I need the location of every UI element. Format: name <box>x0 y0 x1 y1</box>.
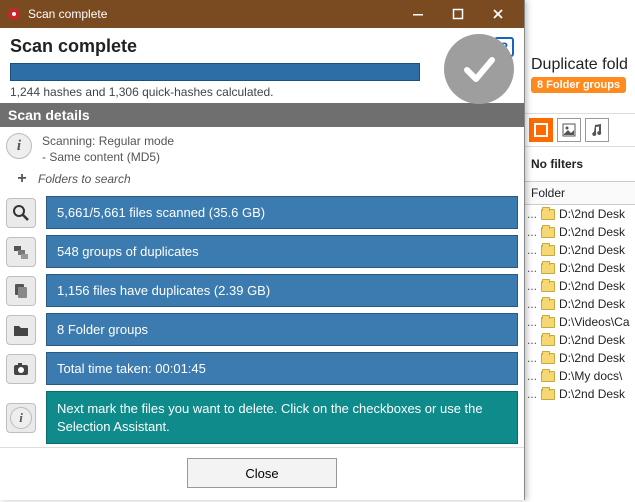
folder-icon-small <box>541 353 555 364</box>
ellipsis: ... <box>527 279 537 293</box>
folder-icon-small <box>541 281 555 292</box>
ellipsis: ... <box>527 369 537 383</box>
dialog-heading: Scan complete <box>10 36 494 57</box>
next-step-hint: i Next mark the files you want to delete… <box>0 388 524 447</box>
scan-complete-dialog: Scan complete Scan complete ? 1,244 hash… <box>0 0 525 500</box>
bg-folder-path: D:\2nd Desk <box>559 351 625 365</box>
folders-to-search-label: Folders to search <box>38 172 131 186</box>
stat-folder-groups: 8 Folder groups <box>0 310 524 349</box>
folder-icon-small <box>541 245 555 256</box>
bg-view-toolbar <box>525 113 635 147</box>
ellipsis: ... <box>527 333 537 347</box>
folder-icon-small <box>541 371 555 382</box>
bg-folder-path: D:\Videos\Ca <box>559 315 629 329</box>
stat-time-taken-text: Total time taken: 00:01:45 <box>46 352 518 385</box>
bg-folder-row[interactable]: ... D:\2nd Desk <box>525 331 635 349</box>
progress-bar <box>10 63 420 81</box>
next-step-hint-text: Next mark the files you want to delete. … <box>46 391 518 444</box>
folder-icon-small <box>541 389 555 400</box>
ellipsis: ... <box>527 261 537 275</box>
bg-folder-row[interactable]: ... D:\2nd Desk <box>525 241 635 259</box>
scan-mode-text: Scanning: Regular mode - Same content (M… <box>42 133 174 165</box>
folders-to-search-row[interactable]: + Folders to search <box>0 169 524 193</box>
bg-view-music-button[interactable] <box>585 118 609 142</box>
bg-no-filters-label: No filters <box>525 147 635 181</box>
bg-folder-groups-badge: 8 Folder groups <box>531 77 626 93</box>
bg-folder-row[interactable]: ... D:\2nd Desk <box>525 385 635 403</box>
stat-time-taken: Total time taken: 00:01:45 <box>0 349 524 388</box>
stat-duplicate-groups: 548 groups of duplicates <box>0 232 524 271</box>
bg-folder-list: ... D:\2nd Desk... D:\2nd Desk... D:\2nd De… <box>525 205 635 403</box>
bg-folder-row[interactable]: ... D:\2nd Desk <box>525 295 635 313</box>
files-icon <box>6 276 36 306</box>
info-icon: i <box>6 133 32 159</box>
window-title: Scan complete <box>28 7 398 21</box>
bg-view-all-button[interactable] <box>529 118 553 142</box>
stat-duplicate-groups-text: 548 groups of duplicates <box>46 235 518 268</box>
bg-folder-path: D:\2nd Desk <box>559 297 625 311</box>
bg-folder-path: D:\2nd Desk <box>559 387 625 401</box>
bg-folder-path: D:\My docs\ <box>559 369 622 383</box>
close-button[interactable]: Close <box>187 458 337 488</box>
app-icon <box>6 6 22 22</box>
bg-folder-path: D:\2nd Desk <box>559 225 625 239</box>
close-window-button[interactable] <box>478 0 518 28</box>
ellipsis: ... <box>527 243 537 257</box>
bg-folder-row[interactable]: ... D:\2nd Desk <box>525 259 635 277</box>
bg-folder-row[interactable]: ... D:\2nd Desk <box>525 223 635 241</box>
bg-view-image-button[interactable] <box>557 118 581 142</box>
bg-folder-path: D:\2nd Desk <box>559 333 625 347</box>
bg-folder-path: D:\2nd Desk <box>559 207 625 221</box>
plus-icon: + <box>14 171 30 187</box>
folder-icon-small <box>541 299 555 310</box>
checkmark-icon <box>444 34 514 104</box>
titlebar: Scan complete <box>0 0 524 28</box>
magnifier-icon <box>6 198 36 228</box>
folder-icon <box>6 315 36 345</box>
bg-folder-path: D:\2nd Desk <box>559 261 625 275</box>
ellipsis: ... <box>527 315 537 329</box>
folder-icon-small <box>541 317 555 328</box>
bg-folder-path: D:\2nd Desk <box>559 243 625 257</box>
minimize-button[interactable] <box>398 0 438 28</box>
folder-icon-small <box>541 263 555 274</box>
bg-folder-path: D:\2nd Desk <box>559 279 625 293</box>
stat-files-scanned-text: 5,661/5,661 files scanned (35.6 GB) <box>46 196 518 229</box>
folder-icon-small <box>541 209 555 220</box>
ellipsis: ... <box>527 297 537 311</box>
bg-folder-row[interactable]: ... D:\My docs\ <box>525 367 635 385</box>
folder-icon-small <box>541 227 555 238</box>
scan-mode-line1: Scanning: Regular mode <box>42 133 174 149</box>
bg-folder-row[interactable]: ... D:\Videos\Ca <box>525 313 635 331</box>
ellipsis: ... <box>527 351 537 365</box>
scan-details-header: Scan details <box>0 103 524 127</box>
info-icon-2: i <box>6 403 36 433</box>
ellipsis: ... <box>527 207 537 221</box>
groups-icon <box>6 237 36 267</box>
bg-page-title: Duplicate fold <box>525 50 635 76</box>
dialog-header: Scan complete ? 1,244 hashes and 1,306 q… <box>0 28 524 103</box>
bg-folder-row[interactable]: ... D:\2nd Desk <box>525 205 635 223</box>
ellipsis: ... <box>527 225 537 239</box>
ellipsis: ... <box>527 387 537 401</box>
dialog-button-row: Close <box>0 447 524 502</box>
bg-folder-row[interactable]: ... D:\2nd Desk <box>525 277 635 295</box>
bg-folder-row[interactable]: ... D:\2nd Desk <box>525 349 635 367</box>
folder-icon-small <box>541 335 555 346</box>
stat-duplicate-files: 1,156 files have duplicates (2.39 GB) <box>0 271 524 310</box>
maximize-button[interactable] <box>438 0 478 28</box>
hash-summary-text: 1,244 hashes and 1,306 quick-hashes calc… <box>10 85 514 99</box>
scan-mode-line2: - Same content (MD5) <box>42 149 174 165</box>
camera-icon <box>6 354 36 384</box>
stat-files-scanned: 5,661/5,661 files scanned (35.6 GB) <box>0 193 524 232</box>
bg-column-header-folder[interactable]: Folder <box>525 181 635 205</box>
stat-duplicate-files-text: 1,156 files have duplicates (2.39 GB) <box>46 274 518 307</box>
scan-details-row: i Scanning: Regular mode - Same content … <box>0 127 524 169</box>
stat-folder-groups-text: 8 Folder groups <box>46 313 518 346</box>
